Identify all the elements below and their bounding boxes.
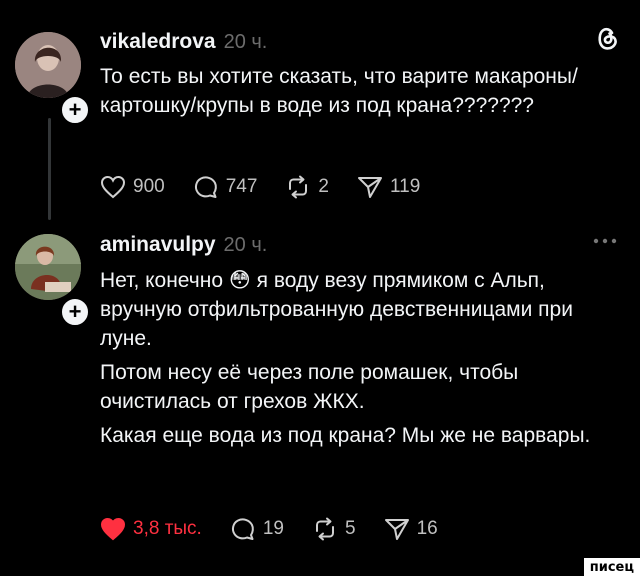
text-segment: Нет, конечно: [100, 269, 224, 292]
username[interactable]: aminavulpy: [100, 233, 216, 257]
username[interactable]: vikaledrova: [100, 30, 216, 54]
comment-count: 747: [225, 176, 258, 197]
avatar[interactable]: [15, 32, 81, 98]
share-count: 16: [416, 518, 438, 539]
repost-count: 2: [318, 176, 329, 197]
repost-button[interactable]: 5: [312, 517, 356, 541]
avatar-wrap: +: [15, 234, 91, 328]
watermark: писец: [583, 558, 640, 576]
follow-plus-icon[interactable]: +: [59, 296, 91, 328]
post-text: То есть вы хотите сказать, что варите ма…: [100, 62, 600, 125]
repost-button[interactable]: 2: [285, 175, 329, 199]
share-button[interactable]: 16: [384, 517, 438, 541]
post-paragraph: То есть вы хотите сказать, что варите ма…: [100, 65, 578, 117]
more-dots-icon[interactable]: [592, 232, 618, 250]
threads-logo-icon[interactable]: [594, 24, 620, 57]
timestamp[interactable]: 20 ч.: [224, 31, 268, 54]
comment-count: 19: [262, 518, 284, 539]
post-paragraph-2: Потом несу её через поле ромашек, чтобы …: [100, 361, 519, 413]
avatar-wrap: +: [15, 32, 91, 126]
like-button[interactable]: 900: [100, 175, 165, 199]
send-icon: [357, 175, 383, 199]
comment-bubble-icon: [230, 516, 256, 542]
repost-icon: [312, 517, 338, 541]
post-header: aminavulpy 20 ч.: [100, 233, 267, 257]
comment-button[interactable]: 19: [230, 516, 284, 542]
like-count: 3,8 тыс.: [133, 518, 202, 539]
comment-bubble-icon: [193, 174, 219, 200]
action-bar: 900 747 2 119: [100, 174, 448, 200]
send-icon: [384, 517, 410, 541]
follow-plus-icon[interactable]: +: [59, 94, 91, 126]
heart-icon: [100, 175, 126, 199]
share-count: 119: [389, 176, 421, 197]
post-paragraph-3: Какая еще вода из под крана? Мы же не ва…: [100, 424, 591, 447]
repost-icon: [285, 175, 311, 199]
avatar[interactable]: [15, 234, 81, 300]
share-button[interactable]: 119: [357, 175, 420, 199]
timestamp[interactable]: 20 ч.: [224, 234, 268, 257]
heart-icon: [100, 517, 126, 541]
comment-button[interactable]: 747: [193, 174, 258, 200]
like-count: 900: [133, 176, 165, 197]
repost-count: 5: [344, 518, 356, 539]
like-button[interactable]: 3,8 тыс.: [100, 517, 202, 541]
flushed-face-emoji: 😳: [228, 269, 251, 292]
post-header: vikaledrova 20 ч.: [100, 30, 267, 54]
action-bar: 3,8 тыс. 19 5 16: [100, 516, 466, 542]
post-paragraph-1: Нет, конечно 😳 я воду везу прямиком с Ал…: [100, 266, 600, 353]
post-text: Нет, конечно 😳 я воду везу прямиком с Ал…: [100, 266, 600, 455]
thread-line: [48, 118, 51, 220]
